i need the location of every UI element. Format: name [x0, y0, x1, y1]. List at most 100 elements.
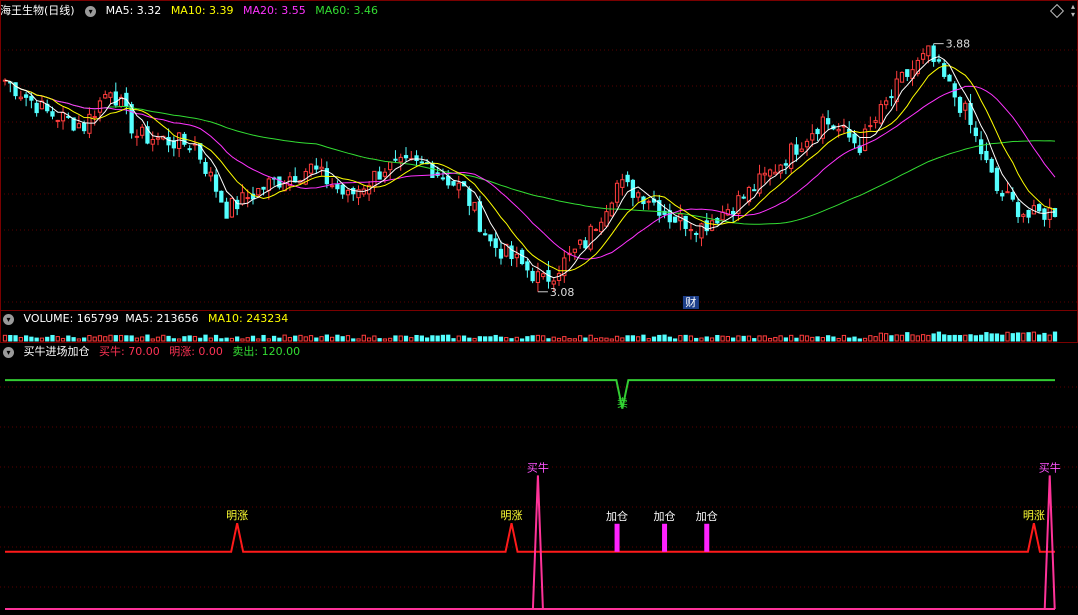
- candle-down: [446, 175, 451, 186]
- volume-bar: [831, 336, 836, 342]
- volume-bar: [203, 334, 208, 342]
- volume-bar: [973, 335, 978, 342]
- collapse-icon[interactable]: ▾: [3, 346, 14, 358]
- volume-bar: [192, 335, 198, 342]
- volume-bar: [372, 335, 377, 342]
- candle-up: [535, 271, 541, 284]
- candle-up: [134, 135, 140, 138]
- volume-bar: [414, 334, 419, 342]
- candle-up: [762, 172, 767, 176]
- candle-up: [92, 116, 97, 119]
- volume-ma10-readout: MA10: 243234: [207, 312, 289, 325]
- collapse-icon[interactable]: ▾: [3, 313, 14, 325]
- volume-bar: [630, 335, 636, 342]
- volume-bar: [150, 338, 155, 342]
- candle-up: [646, 200, 651, 203]
- candle-down: [483, 233, 488, 236]
- candle-up: [593, 228, 599, 231]
- candle-up: [97, 100, 103, 113]
- volume-bar: [467, 337, 472, 342]
- volume-bar: [530, 335, 535, 342]
- candle-down: [224, 201, 229, 219]
- candle-up: [767, 169, 773, 177]
- volume-bar: [161, 334, 166, 342]
- high-price-label: 3.88: [946, 38, 971, 51]
- volume-bar: [957, 335, 963, 342]
- candle-up: [604, 211, 609, 227]
- price-panel-frame: [0, 0, 1078, 311]
- volume-bar: [741, 335, 746, 342]
- volume-bar: [762, 335, 767, 342]
- volume-bar: [657, 334, 662, 342]
- volume-bar: [87, 335, 92, 342]
- volume-bar: [118, 334, 124, 342]
- volume-bar: [145, 334, 150, 342]
- volume-bar: [593, 337, 599, 342]
- candle-up: [810, 133, 815, 141]
- candle-up: [266, 178, 271, 191]
- volume-bar: [461, 335, 467, 342]
- volume-bar: [825, 335, 831, 342]
- volume-bar: [319, 336, 324, 342]
- ma20-line: [4, 79, 1056, 260]
- volume-bar: [609, 338, 614, 342]
- volume-bar: [936, 331, 942, 342]
- candle-up: [308, 163, 314, 174]
- candle-down: [488, 234, 493, 242]
- add-bar: [704, 523, 710, 552]
- candle-up: [388, 161, 393, 171]
- volume-bar: [783, 337, 789, 342]
- candle-down: [219, 190, 224, 203]
- volume-bar: [736, 335, 741, 342]
- candle-down: [377, 171, 382, 180]
- candle-up: [878, 104, 884, 124]
- candle-down: [23, 94, 29, 98]
- volume-bar: [330, 336, 335, 342]
- volume-bar: [488, 336, 493, 342]
- candle-down: [905, 69, 910, 77]
- buy-label: 买牛: [1039, 460, 1061, 474]
- candle-up: [551, 280, 556, 285]
- candle-up: [60, 112, 66, 122]
- candle-up: [614, 182, 620, 203]
- candle-down: [752, 189, 757, 192]
- volume-bar: [324, 334, 329, 342]
- volume-bar: [847, 337, 852, 342]
- candle-down: [213, 174, 219, 192]
- volume-bar: [388, 337, 393, 342]
- volume-bar: [229, 337, 235, 342]
- volume-bar: [894, 334, 899, 342]
- candle-down: [1010, 192, 1015, 200]
- candle-down: [847, 129, 852, 138]
- volume-panel-header: ▾ VOLUME: 165799 MA5: 213656 MA10: 24323…: [0, 310, 294, 328]
- volume-bar: [424, 337, 430, 342]
- volume-bar: [725, 335, 730, 342]
- volume-bar: [678, 335, 683, 342]
- volume-bar: [266, 338, 271, 342]
- candle-up: [920, 53, 926, 60]
- candle-down: [1042, 208, 1047, 220]
- candle-up: [150, 138, 155, 145]
- candle-down: [672, 216, 678, 223]
- volume-bar: [182, 336, 187, 342]
- rise-label: 明涨: [501, 509, 523, 522]
- volume-bar: [92, 336, 97, 342]
- candle-down: [957, 97, 963, 113]
- candle-down: [741, 196, 746, 199]
- candle-down: [440, 177, 446, 180]
- candle-up: [55, 119, 60, 122]
- candle-down: [419, 161, 424, 164]
- volume-bar: [746, 335, 752, 342]
- volume-bar: [651, 336, 657, 342]
- event-label: 财: [685, 295, 696, 309]
- volume-bar: [303, 336, 308, 342]
- volume-bar: [599, 337, 604, 342]
- volume-bar: [841, 334, 847, 342]
- volume-bar: [720, 335, 725, 342]
- volume-bar: [857, 338, 862, 342]
- sell-label: 卖: [617, 397, 628, 410]
- volume-bar: [345, 335, 351, 342]
- rise-line: [5, 522, 1055, 553]
- candle-up: [588, 225, 593, 250]
- indicator-panel-header: ▾ 买牛进场加仓 买牛: 70.00 明涨: 0.00 卖出: 120.00: [0, 343, 306, 361]
